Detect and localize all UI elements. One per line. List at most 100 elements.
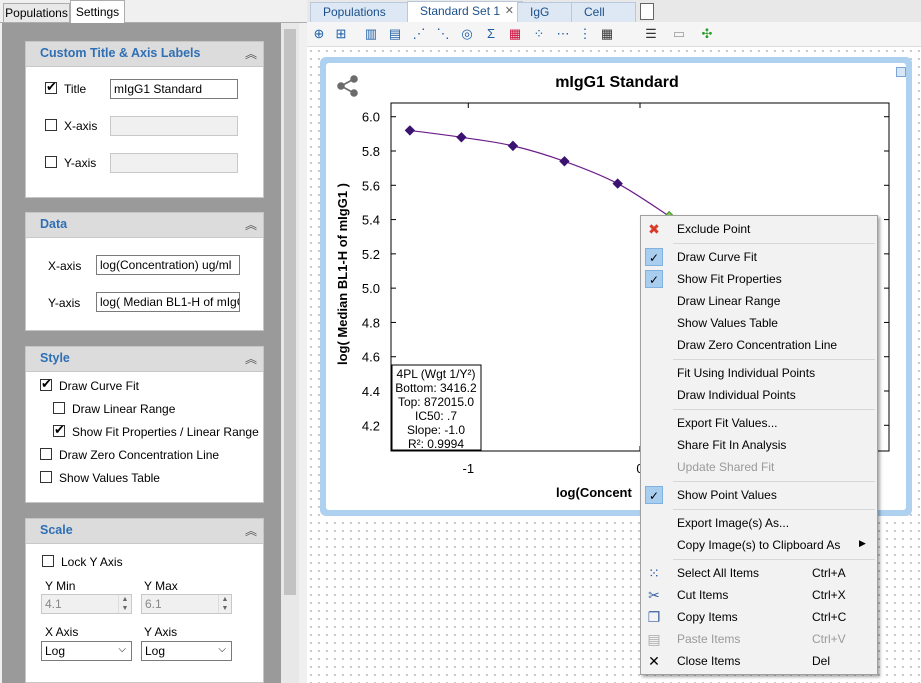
menu-item-cut-items[interactable]: ✂ Cut Items Ctrl+X	[641, 584, 877, 606]
draw-linear-range-label: Draw Linear Range	[72, 402, 176, 416]
show-fit-properties-checkbox[interactable]: ✔	[53, 422, 65, 437]
menu-item-update-shared-fit[interactable]: Update Shared Fit	[641, 456, 877, 478]
tab-populations[interactable]: Populations	[3, 3, 70, 22]
zoom-gate-icon[interactable]: ⊕	[311, 26, 327, 42]
menu-separator	[673, 481, 875, 482]
menu-item-close-items[interactable]: ✕ Close Items Del	[641, 650, 877, 672]
style-header[interactable]: Style ︽	[26, 347, 263, 372]
xaxis-scale-value: Log	[45, 644, 66, 658]
tab-settings[interactable]: Settings	[70, 0, 125, 23]
overlay-histogram-icon[interactable]: ▤	[387, 26, 403, 42]
menu-item-draw-linear-range[interactable]: Draw Linear Range	[641, 290, 877, 312]
draw-curve-fit-checkbox[interactable]: ✔	[40, 376, 52, 391]
menu-item-exclude-point[interactable]: ✖ Exclude Point	[641, 218, 877, 240]
doc-tab-label: Cell	[584, 5, 605, 19]
ymin-value: 4.1	[45, 597, 62, 611]
yaxis-checkbox[interactable]	[45, 156, 57, 168]
check-icon: ✓	[645, 486, 663, 504]
red-x-icon: ✖	[648, 221, 660, 237]
menu-separator	[673, 409, 875, 410]
menu-shortcut: Del	[812, 654, 831, 668]
menu-item-draw-individual-points[interactable]: Draw Individual Points	[641, 384, 877, 406]
menu-item-export-fit-values[interactable]: Export Fit Values...	[641, 412, 877, 434]
doc-tab-igg[interactable]: IgG	[517, 2, 577, 22]
submenu-arrow-icon: ▶	[859, 538, 866, 548]
ymin-input[interactable]: 4.1 ▲ ▼	[41, 594, 132, 614]
arrange-icon[interactable]: ✣	[699, 26, 715, 42]
statistics-icon[interactable]: Σ	[483, 26, 499, 42]
doc-tab-standard-set-1[interactable]: Standard Set 1 ✕	[407, 1, 523, 23]
collapse-chevron-icon[interactable]: ︽	[245, 216, 257, 233]
menu-item-copy-image-s-to-clipboard-as[interactable]: Copy Image(s) to Clipboard As ▶	[641, 534, 877, 556]
ymax-input[interactable]: 6.1 ▲ ▼	[141, 594, 232, 614]
doc-tab-label: Standard Set 1	[420, 4, 501, 18]
menu-separator	[673, 559, 875, 560]
collapse-chevron-icon[interactable]: ︽	[245, 522, 257, 539]
scrollbar-thumb[interactable]	[284, 29, 296, 595]
menu-item-select-all-items[interactable]: ⁙ Select All Items Ctrl+A	[641, 562, 877, 584]
menu-item-fit-using-individual-points[interactable]: Fit Using Individual Points	[641, 362, 877, 384]
menu-item-copy-items[interactable]: ❐ Copy Items Ctrl+C	[641, 606, 877, 628]
menu-item-show-fit-properties[interactable]: ✓ Show Fit Properties	[641, 268, 877, 290]
list-icon[interactable]: ☰	[643, 26, 659, 42]
new-page-icon[interactable]	[640, 3, 654, 20]
menu-item-label: Copy Image(s) to Clipboard As	[677, 538, 841, 552]
heat-map-icon[interactable]: ▦	[507, 26, 523, 42]
doc-tab-cell[interactable]: Cell	[571, 2, 636, 22]
dot-plot-icon[interactable]: ⋰	[411, 26, 427, 42]
custom-title-header[interactable]: Custom Title & Axis Labels ︽	[26, 42, 263, 67]
data-y-label: Y-axis	[48, 296, 81, 310]
data-y-input[interactable]: log( Median BL1-H of mIgG1	[96, 292, 240, 312]
collapse-chevron-icon[interactable]: ︽	[245, 45, 257, 62]
menu-separator	[673, 243, 875, 244]
show-fit-properties-label: Show Fit Properties / Linear Range	[72, 425, 259, 439]
xaxis-checkbox[interactable]	[45, 119, 57, 131]
draw-zero-label: Draw Zero Concentration Line	[59, 448, 220, 462]
draw-curve-fit-label: Draw Curve Fit	[59, 379, 140, 393]
yaxis-input[interactable]	[110, 153, 238, 173]
chart-close-box-icon[interactable]	[896, 67, 906, 77]
data-x-input[interactable]: log(Concentration) ug/ml	[96, 255, 240, 275]
title-input[interactable]: mIgG1 Standard	[110, 79, 238, 99]
xaxis-scale-select[interactable]: Log ⌵	[41, 641, 132, 661]
kinetics-plot-icon[interactable]: ⋮	[577, 26, 593, 42]
menu-item-show-values-table[interactable]: Show Values Table	[641, 312, 877, 334]
ymin-spinner[interactable]: ▲ ▼	[118, 595, 131, 613]
menu-item-label: Export Image(s) As...	[677, 516, 790, 530]
layout-icon[interactable]: ▭	[671, 26, 687, 42]
density-plot-icon[interactable]: ⋱	[435, 26, 451, 42]
doc-tab-populations[interactable]: Populations	[310, 2, 408, 22]
menu-item-draw-curve-fit[interactable]: ✓ Draw Curve Fit	[641, 246, 877, 268]
collapse-chevron-icon[interactable]: ︽	[245, 350, 257, 367]
ymax-spinner[interactable]: ▲ ▼	[218, 595, 231, 613]
tsne-plot-icon[interactable]: ⁘	[531, 26, 547, 42]
vertical-scrollbar[interactable]	[281, 23, 299, 683]
section-title: Style	[40, 351, 70, 365]
menu-item-label: Show Values Table	[677, 316, 778, 330]
menu-item-export-image-s-as[interactable]: Export Image(s) As...	[641, 512, 877, 534]
histogram-icon[interactable]: ▥	[363, 26, 379, 42]
menu-item-share-fit-in-analysis[interactable]: Share Fit In Analysis	[641, 434, 877, 456]
title-checkbox[interactable]: ✔	[45, 79, 57, 94]
data-header[interactable]: Data ︽	[26, 213, 263, 238]
menu-item-paste-items[interactable]: ▤ Paste Items Ctrl+V	[641, 628, 877, 650]
draw-linear-range-checkbox[interactable]	[53, 402, 65, 414]
standard-curve-icon[interactable]: ⋯	[555, 26, 571, 42]
check-icon: ✓	[645, 248, 663, 266]
menu-item-draw-zero-concentration-line[interactable]: Draw Zero Concentration Line	[641, 334, 877, 356]
yaxis-scale-select[interactable]: Log ⌵	[141, 641, 232, 661]
contour-plot-icon[interactable]: ◎	[459, 26, 475, 42]
show-values-table-checkbox[interactable]	[40, 471, 52, 483]
table-icon[interactable]: ▦	[599, 26, 615, 42]
lock-y-checkbox[interactable]	[42, 555, 54, 567]
draw-zero-checkbox[interactable]	[40, 448, 52, 460]
add-gate-icon[interactable]: ⊞	[333, 26, 349, 42]
xaxis-input[interactable]	[110, 116, 238, 136]
scale-header[interactable]: Scale ︽	[26, 519, 263, 544]
menu-shortcut: Ctrl+A	[812, 566, 846, 580]
left-tab-strip: Populations Settings	[0, 0, 307, 23]
menu-item-show-point-values[interactable]: ✓ Show Point Values	[641, 484, 877, 506]
select-all-icon: ⁙	[648, 565, 660, 581]
section-title: Data	[40, 217, 68, 231]
close-tab-icon[interactable]: ✕	[505, 2, 514, 21]
